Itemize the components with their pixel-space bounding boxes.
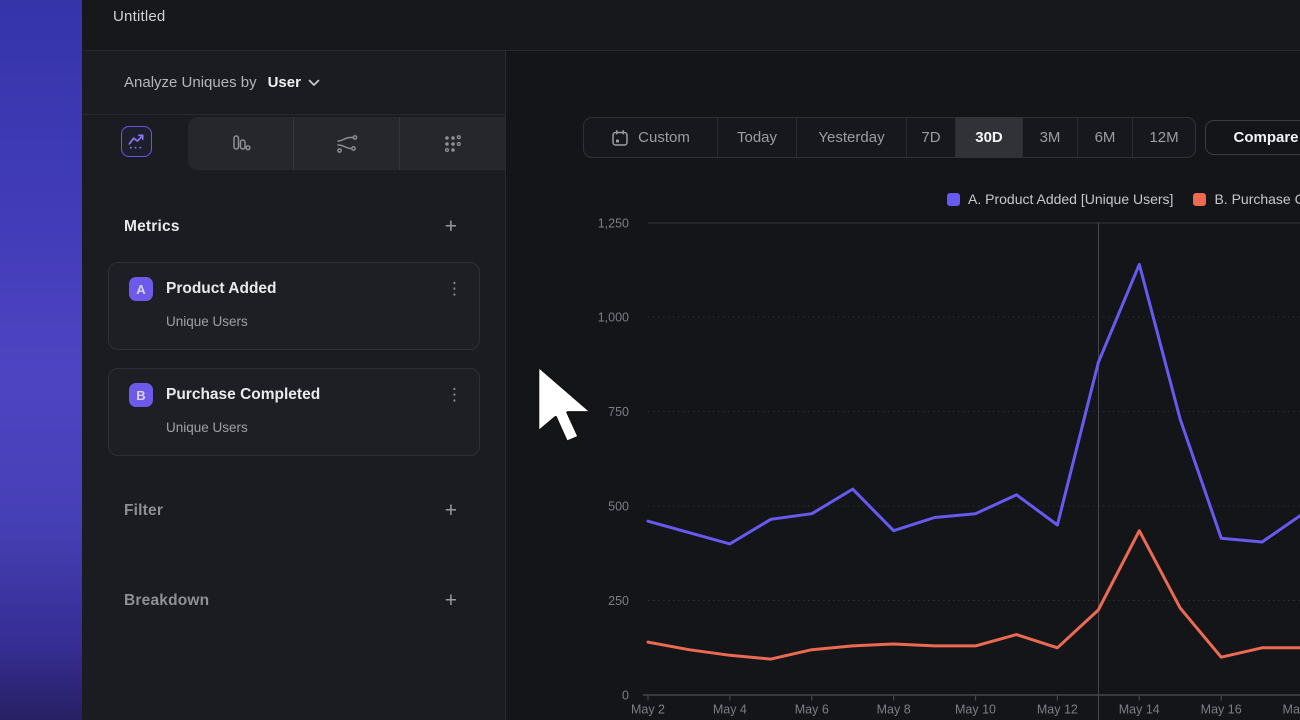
x-axis-tick-label: May 8 xyxy=(877,703,911,717)
x-axis-tick-label: May 10 xyxy=(955,703,996,717)
chart-series xyxy=(648,264,1300,659)
y-axis-tick-label: 500 xyxy=(608,500,629,514)
analyze-by-selector[interactable]: User xyxy=(268,74,320,91)
metric-subtitle: Unique Users xyxy=(166,420,463,435)
chart-type-tabs xyxy=(82,115,505,170)
filter-heading: Filter xyxy=(124,502,163,520)
flow-chart-icon xyxy=(335,133,359,155)
x-axis-tick-label: May 14 xyxy=(1119,703,1160,717)
add-breakdown-button[interactable]: + xyxy=(445,591,457,611)
sidebar: Analyze Uniques by User xyxy=(82,51,506,720)
series-line-product-added xyxy=(648,264,1300,544)
metric-badge-b: B xyxy=(129,383,153,407)
chevron-down-icon xyxy=(308,79,320,87)
line-chart: 0 250 500 750 1,000 1,250 May 2 May 4 May 6 May 8… xyxy=(507,51,1300,720)
page-title: Untitled xyxy=(82,0,165,25)
tab-bar-chart[interactable] xyxy=(188,117,293,170)
tab-flow-chart[interactable] xyxy=(293,117,399,170)
chart-panel: Custom Today Yesterday 7D 30D 3M 6M 12M … xyxy=(507,51,1300,720)
analyze-by-value: User xyxy=(268,74,301,91)
tab-grid-dots-chart[interactable] xyxy=(399,117,505,170)
filter-section-header: Filter + xyxy=(124,496,457,526)
metric-title: Product Added xyxy=(166,280,446,298)
metrics-section-header: Metrics + xyxy=(124,212,457,242)
y-axis-tick-label: 1,250 xyxy=(598,216,629,230)
y-axis-tick-label: 250 xyxy=(608,594,629,608)
metric-subtitle: Unique Users xyxy=(166,314,463,329)
x-axis-tick-label: May 12 xyxy=(1037,703,1078,717)
metric-title: Purchase Completed xyxy=(166,386,446,404)
chart-axis-labels: 0 250 500 750 1,000 1,250 May 2 May 4 May 6 May 8… xyxy=(598,216,1300,716)
x-axis-tick-label: May 16 xyxy=(1201,703,1242,717)
bar-chart-icon xyxy=(230,133,252,155)
y-axis-tick-label: 1,000 xyxy=(598,311,629,325)
app-topbar: Untitled xyxy=(82,0,1300,51)
chart-axes xyxy=(643,695,1300,701)
chart-type-tabs-panel xyxy=(188,117,505,170)
analyze-by-row: Analyze Uniques by User xyxy=(82,51,505,115)
y-axis-tick-label: 750 xyxy=(608,405,629,419)
metric-badge-a: A xyxy=(129,277,153,301)
left-gradient-panel xyxy=(0,0,82,720)
y-axis-tick-label: 0 xyxy=(622,689,629,703)
metric-card-purchase-completed[interactable]: B Purchase Completed ⋮ Unique Users xyxy=(108,368,480,456)
series-line-purchase-completed xyxy=(648,531,1300,659)
x-axis-tick-label: May 4 xyxy=(713,703,747,717)
metric-menu-button[interactable]: ⋮ xyxy=(446,387,463,404)
add-metric-button[interactable]: + xyxy=(445,217,457,237)
x-axis-tick-label: May 6 xyxy=(795,703,829,717)
metrics-heading: Metrics xyxy=(124,218,180,236)
app-window: { "window": { "title": "Untitled" }, "si… xyxy=(0,0,1300,720)
line-chart-icon xyxy=(127,132,146,151)
add-filter-button[interactable]: + xyxy=(445,501,457,521)
x-axis-tick-label: May 18 xyxy=(1283,703,1300,717)
breakdown-section-header: Breakdown + xyxy=(124,586,457,616)
x-axis-tick-label: May 2 xyxy=(631,703,665,717)
analyze-by-label: Analyze Uniques by xyxy=(124,74,257,91)
metric-menu-button[interactable]: ⋮ xyxy=(446,281,463,298)
breakdown-heading: Breakdown xyxy=(124,592,209,610)
grid-dots-icon xyxy=(442,133,464,155)
metric-card-product-added[interactable]: A Product Added ⋮ Unique Users xyxy=(108,262,480,350)
tab-line-chart[interactable] xyxy=(121,126,152,157)
